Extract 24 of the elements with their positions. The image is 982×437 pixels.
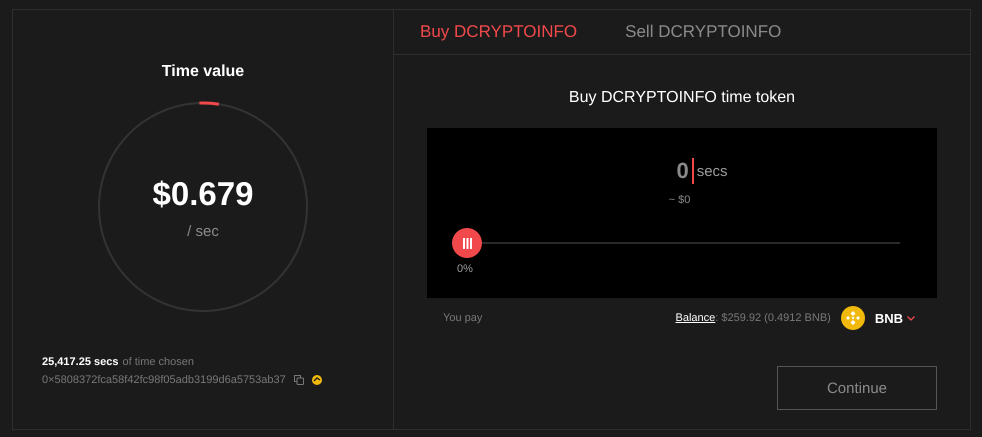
amount-value[interactable]: 0	[676, 158, 689, 184]
currency-select[interactable]: BNB	[874, 310, 915, 326]
tab[interactable]: Sell DCRYPTOINFO	[625, 22, 782, 42]
balance-value: : $259.92 (0.4912 BNB)	[715, 312, 831, 324]
price-value: $0.679	[152, 174, 254, 212]
balance-link[interactable]: Balance	[675, 312, 716, 324]
pay-label: You pay	[443, 312, 482, 324]
text-cursor	[692, 158, 694, 184]
chosen-amount: 25,417.25 secs	[42, 356, 118, 368]
continue-button[interactable]: Continue	[777, 366, 937, 410]
slider-reading: 0%	[456, 262, 474, 277]
coin-icon	[840, 306, 865, 330]
amount-unit: secs	[696, 162, 728, 180]
copy-icon[interactable]	[294, 375, 304, 385]
token-icon[interactable]	[312, 375, 322, 385]
price-unit: / sec	[187, 222, 219, 240]
panel-title: Time value	[162, 63, 244, 81]
tab[interactable]: Buy DCRYPTOINFO	[420, 22, 578, 42]
usd-estimate: ~ $0	[668, 194, 692, 206]
wallet-address: 0×5808372fca58f42fc98f05adb3199d6a5753ab37	[42, 374, 286, 386]
chevron-down-icon	[907, 316, 915, 320]
chosen-label: of time chosen	[122, 356, 194, 368]
buy-title: Buy DCRYPTOINFO time token	[568, 89, 796, 107]
slider-thumb[interactable]	[452, 228, 482, 258]
